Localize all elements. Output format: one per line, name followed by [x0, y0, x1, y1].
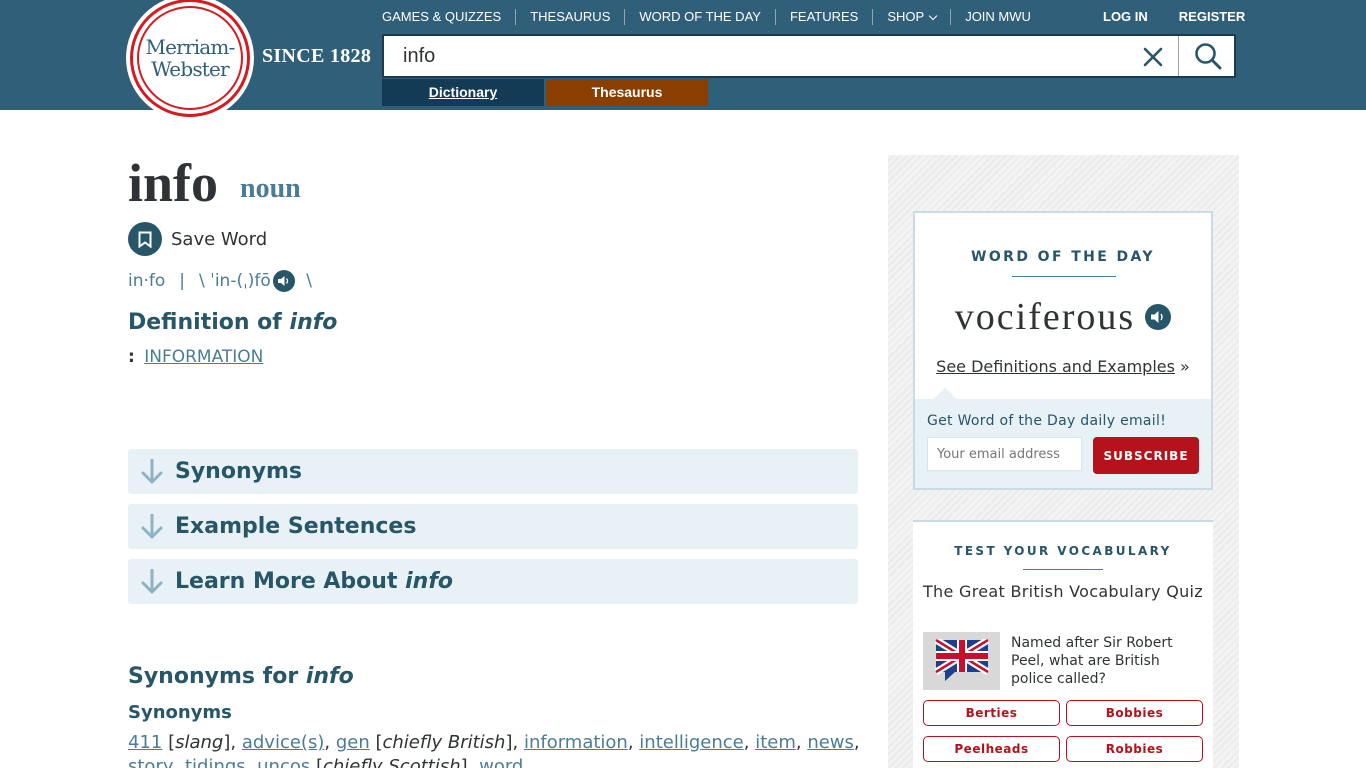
quiz-option-bobbies[interactable]: Bobbies — [1066, 700, 1203, 726]
vocabulary-quiz-card: TEST YOUR VOCABULARY The Great British V… — [913, 520, 1213, 768]
synonym-link[interactable]: uncos — [257, 756, 310, 768]
definition-line: : information — [128, 347, 263, 367]
pronunciation: \ ˈin-(ˌ)fō — [199, 271, 271, 291]
nav-thesaurus[interactable]: THESAURUS — [516, 9, 626, 25]
synonyms-heading: Synonyms for info — [128, 664, 354, 689]
merriam-webster-logo[interactable]: Merriam- Webster — [130, 0, 250, 117]
definition-heading-word: info — [289, 310, 338, 335]
synonym-link[interactable]: tidings — [185, 756, 246, 768]
tab-dictionary-label: Dictionary — [428, 84, 498, 100]
quiz-option-berties[interactable]: Berties — [923, 700, 1060, 726]
part-of-speech[interactable]: noun — [240, 172, 301, 206]
synonyms-accordion[interactable]: Synonyms — [128, 449, 858, 494]
nav-join-mwu[interactable]: JOIN MWU — [951, 9, 1045, 25]
search-button[interactable] — [1178, 36, 1236, 76]
chevron-down-icon — [928, 11, 938, 20]
top-navigation: GAMES & QUIZZES THESAURUS WORD OF THE DA… — [368, 9, 1045, 25]
pron-separator: | — [179, 271, 186, 291]
synonym-link[interactable]: item — [755, 732, 796, 753]
wod-see-definitions: See Definitions and Examples » — [915, 357, 1211, 376]
logo-line-1: Merriam- — [145, 35, 235, 59]
synonym-usage-note: chiefly Scottish — [322, 756, 461, 768]
synonym-link[interactable]: intelligence — [639, 732, 743, 753]
nav-shop[interactable]: SHOP — [873, 9, 952, 25]
definition-heading-prefix: Definition of — [128, 310, 290, 335]
wod-kicker: WORD OF THE DAY — [971, 249, 1155, 265]
example-sentences-accordion[interactable]: Example Sentences — [128, 504, 858, 549]
email-prompt: Get Word of the Day daily email! — [927, 413, 1167, 429]
clear-search-icon[interactable] — [1142, 46, 1164, 68]
wod-see-suffix: » — [1174, 357, 1190, 376]
site-header: Merriam- Webster SINCE 1828 GAMES & QUIZ… — [0, 0, 1366, 117]
search-input[interactable] — [403, 42, 1103, 70]
synonyms-list: 411 [slang], advice(s), gen [chiefly Bri… — [128, 731, 868, 768]
nav-features[interactable]: FEATURES — [776, 9, 874, 25]
synonym-link[interactable]: advice(s) — [242, 732, 325, 753]
synonyms-accordion-label: Synonyms — [175, 459, 302, 484]
learn-more-accordion[interactable]: Learn More About info — [128, 559, 858, 604]
synonym-link[interactable]: information — [524, 732, 628, 753]
subscribe-button[interactable]: SUBSCRIBE — [1093, 437, 1199, 474]
synonym-link[interactable]: word — [479, 756, 523, 768]
synonym-link[interactable]: story — [128, 756, 174, 768]
search-bar — [382, 34, 1236, 78]
wod-word[interactable]: vociferous — [955, 295, 1135, 339]
speaker-icon[interactable] — [1145, 304, 1172, 330]
pronunciation-close: \ — [300, 271, 312, 291]
login-link[interactable]: LOG IN — [1103, 9, 1148, 25]
example-sentences-label: Example Sentences — [175, 514, 417, 539]
quiz-option-peelheads[interactable]: Peelheads — [923, 736, 1060, 762]
arrow-down-icon — [128, 559, 175, 604]
wod-see-link[interactable]: See Definitions and Examples — [936, 357, 1175, 376]
logo-line-2: Webster — [151, 57, 229, 81]
bookmark-icon — [128, 222, 162, 256]
register-link[interactable]: REGISTER — [1179, 9, 1245, 25]
search-icon — [1194, 43, 1221, 70]
nav-games-quizzes[interactable]: GAMES & QUIZZES — [368, 9, 517, 25]
tab-thesaurus[interactable]: Thesaurus — [546, 79, 708, 106]
learn-more-prefix: Learn More About — [175, 569, 406, 594]
pronunciation-line: in·fo | \ ˈin-(ˌ)fō \ — [128, 270, 312, 292]
syllables: in·fo — [128, 271, 166, 291]
nav-word-of-the-day[interactable]: WORD OF THE DAY — [625, 9, 776, 25]
quiz-option-robbies[interactable]: Robbies — [1066, 736, 1203, 762]
synonym-link[interactable]: gen — [336, 732, 370, 753]
vocab-kicker: TEST YOUR VOCABULARY — [954, 544, 1172, 558]
word-of-the-day-card: WORD OF THE DAY vociferous See Definitio… — [913, 211, 1213, 490]
email-field[interactable] — [927, 437, 1082, 471]
synonym-link[interactable]: 411 — [128, 732, 162, 753]
synonym-usage-note: slang — [175, 732, 224, 753]
headword: info — [128, 153, 219, 213]
wod-divider — [1012, 276, 1116, 277]
quiz-title[interactable]: The Great British Vocabulary Quiz — [913, 582, 1213, 601]
definition-colon: : — [128, 347, 135, 367]
since-tagline: SINCE 1828 — [262, 45, 372, 67]
synonyms-subheading: Synonyms — [128, 702, 232, 723]
speaker-icon[interactable] — [272, 270, 295, 292]
quiz-question: Named after Sir Robert Peel, what are Br… — [1011, 635, 1173, 687]
union-jack-speech-bubble-icon[interactable] — [923, 632, 1000, 690]
definition-heading: Definition of info — [128, 310, 337, 335]
auth-links: LOG IN REGISTER — [1103, 9, 1245, 25]
definition-link[interactable]: information — [144, 347, 263, 367]
arrow-down-icon — [128, 449, 175, 494]
learn-more-word: info — [405, 569, 454, 594]
wod-email-signup: Get Word of the Day daily email! SUBSCRI… — [915, 387, 1211, 488]
synonyms-heading-prefix: Synonyms for — [128, 664, 306, 689]
save-word-button[interactable]: Save Word — [128, 222, 267, 256]
wod-word-row: vociferous — [915, 295, 1211, 339]
synonyms-heading-word: info — [305, 664, 354, 689]
email-box-notch — [933, 387, 957, 411]
tab-dictionary[interactable]: Dictionary — [382, 79, 544, 106]
save-word-label: Save Word — [171, 228, 268, 250]
learn-more-label: Learn More About info — [175, 569, 453, 594]
synonym-link[interactable]: news — [807, 732, 854, 753]
synonym-usage-note: chiefly British — [382, 732, 506, 753]
arrow-down-icon — [128, 504, 175, 549]
nav-shop-label: SHOP — [887, 9, 925, 24]
vocab-divider — [1023, 569, 1103, 570]
